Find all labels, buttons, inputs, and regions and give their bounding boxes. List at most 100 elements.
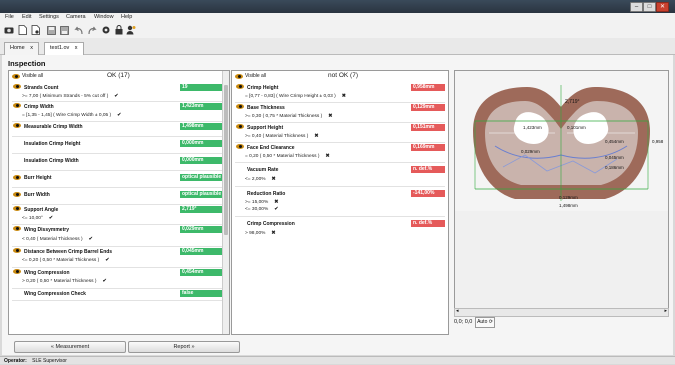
result-row[interactable]: Insulation Crimp Width 0,000mm [12, 153, 224, 171]
result-name: Vacuum Rate [247, 167, 279, 173]
user-icon[interactable] [126, 25, 136, 35]
result-row[interactable]: Burr Width optical plausible [12, 187, 224, 205]
image-viewport-empty[interactable] [454, 211, 669, 309]
scroll-right-icon[interactable]: ▸ [664, 308, 667, 314]
menu-help[interactable]: Help [121, 14, 132, 20]
eye-icon[interactable] [13, 192, 21, 197]
tab-test1[interactable]: test1.ov x [44, 42, 84, 55]
result-row[interactable]: Burr Height optical plausible [12, 170, 224, 188]
result-row[interactable]: Crimp Height 0,958mm = [0,77 - 0,83] ( W… [235, 82, 445, 103]
result-criteria: < 0,40 ( Material Thickness ) ✔ [22, 237, 93, 242]
eye-icon[interactable] [13, 206, 21, 211]
result-row[interactable]: Base Thickness 0,129mm >= 0,30 ( 0,75 * … [235, 102, 445, 123]
document-tabs: Home x test1.ov x [0, 38, 675, 55]
menu-window[interactable]: Window [94, 14, 114, 20]
undo-icon[interactable] [74, 25, 84, 35]
eye-icon[interactable] [13, 84, 21, 89]
close-window-button[interactable]: ✕ [656, 2, 669, 12]
menu-bar: File Edit Settings Camera Window Help [0, 13, 675, 22]
eye-icon[interactable] [13, 123, 21, 128]
result-row[interactable]: Support Angle 2,719° <= 10,00° ✔ [12, 204, 224, 225]
tab-close-icon[interactable]: x [75, 45, 78, 51]
auto-zoom-button[interactable]: Auto ⟳ [475, 317, 495, 328]
menu-camera[interactable]: Camera [66, 14, 86, 20]
result-row[interactable]: Distance Between Crimp Barrel Ends 0,045… [12, 246, 224, 268]
result-criteria: = [0,77 - 0,83] ( Wire Crimp Height ± 0,… [245, 94, 346, 99]
visible-all-toggle[interactable]: Visible all [235, 73, 266, 79]
eye-icon[interactable] [236, 124, 244, 129]
image-horizontal-scrollbar[interactable]: ◂ ▸ [454, 308, 669, 317]
check-icon: ✔ [274, 207, 279, 212]
result-row[interactable]: Vacuum Rate n. def.% <= 2,00% ✖ [235, 162, 445, 187]
scroll-left-icon[interactable]: ◂ [456, 308, 459, 314]
minimize-button[interactable]: – [630, 2, 643, 12]
menu-file[interactable]: File [5, 14, 14, 20]
result-row[interactable]: Strands Count 19 >= 7,00 ( Minimum Stran… [12, 82, 224, 102]
cross-icon: ✖ [271, 177, 276, 182]
visible-all-toggle[interactable]: Visible all [12, 73, 43, 79]
ok-results-panel: Visible all OK (17) Strands Count 19 >= … [8, 70, 230, 335]
eye-icon[interactable] [13, 248, 21, 253]
save-as-icon[interactable] [59, 25, 69, 35]
measure-label: 0,029mm [521, 149, 540, 154]
result-name: Insulation Crimp Width [24, 158, 79, 164]
result-row[interactable]: Wing Compression 0,454mm > 0,20 ( 0,50 *… [12, 267, 224, 289]
result-row[interactable]: Support Height 0,151mm >= 0,40 ( Materia… [235, 122, 445, 143]
result-value: 0,129mm [411, 104, 445, 111]
result-row[interactable]: Wing Dissymmetry 0,029mm < 0,40 ( Materi… [12, 224, 224, 247]
eye-icon[interactable] [13, 175, 21, 180]
result-criteria: <= 30,00% ✔ [245, 207, 279, 212]
not-ok-results-panel: Visible all not OK (7) Crimp Height 0,95… [231, 70, 449, 335]
result-row[interactable]: Crimp Width 1,423mm = [1,35 - 1,45] ( Wi… [12, 101, 224, 122]
result-name: Burr Width [24, 192, 50, 198]
cross-icon: ✖ [328, 114, 333, 119]
scrollbar-thumb[interactable] [224, 85, 228, 235]
result-value: 1,498mm [180, 123, 224, 130]
result-name: Support Angle [24, 207, 59, 213]
save-icon[interactable] [46, 25, 56, 35]
report-button[interactable]: Report » [128, 341, 240, 353]
cursor-coordinates: 0,0; 0,0 [454, 319, 473, 325]
check-icon: ✔ [114, 94, 119, 99]
open-file-icon[interactable] [30, 25, 40, 35]
result-row[interactable]: Face End Clearance 0,169mm = 0,20 ( 0,50… [235, 142, 445, 163]
eye-icon[interactable] [13, 103, 21, 108]
result-row[interactable]: Measurable Crimp Width 1,498mm [12, 121, 224, 137]
measure-label: 0,186mm [605, 165, 624, 170]
maximize-button[interactable]: □ [643, 2, 656, 12]
check-icon: ✔ [48, 216, 53, 221]
result-value: optical plausible [180, 191, 224, 198]
measure-label: 1,423mm [523, 125, 542, 130]
result-row[interactable]: Insulation Crimp Height 0,000mm [12, 136, 224, 154]
result-row[interactable]: Wing Compression Check false [12, 288, 224, 301]
measure-label: 0,129mm [559, 195, 578, 200]
measurement-button[interactable]: « Measurement [14, 341, 126, 353]
result-value: n. def.% [411, 166, 445, 173]
result-value: 2,719° [180, 206, 224, 213]
eye-icon[interactable] [236, 144, 244, 149]
eye-icon[interactable] [13, 269, 21, 274]
result-value: n. def.% [411, 220, 445, 227]
result-row[interactable]: Crimp Compression n. def.% > 98,00% ✖ [235, 216, 445, 238]
menu-settings[interactable]: Settings [39, 14, 59, 20]
lock-icon[interactable] [114, 25, 124, 35]
result-criteria: >= 7,00 ( Minimum Strands - 5% cut off )… [22, 94, 119, 99]
result-row[interactable]: Reduction Ratio -141,00% >= 15,00% ✖ <= 3… [235, 186, 445, 217]
menu-edit[interactable]: Edit [22, 14, 31, 20]
eye-icon[interactable] [236, 104, 244, 109]
check-icon: ✔ [117, 113, 122, 118]
ok-panel-scrollbar[interactable] [222, 71, 229, 334]
status-operator: SLE Supervisor [32, 358, 67, 364]
cross-icon: ✖ [341, 94, 346, 99]
tab-close-icon[interactable]: x [30, 45, 33, 51]
camera-icon[interactable] [4, 25, 14, 35]
eye-icon[interactable] [13, 226, 21, 231]
settings-gear-icon[interactable] [101, 25, 111, 35]
not-ok-count-header: not OK (7) [328, 72, 358, 79]
result-name: Reduction Ratio [247, 191, 286, 197]
tab-home[interactable]: Home x [4, 42, 39, 55]
redo-icon[interactable] [87, 25, 97, 35]
crimp-cross-section-image[interactable]: 2,719° 1,423mm 0,101mm 0,454mm 0,045mm 0… [454, 70, 669, 213]
eye-icon[interactable] [236, 84, 244, 89]
new-file-icon[interactable] [17, 25, 27, 35]
